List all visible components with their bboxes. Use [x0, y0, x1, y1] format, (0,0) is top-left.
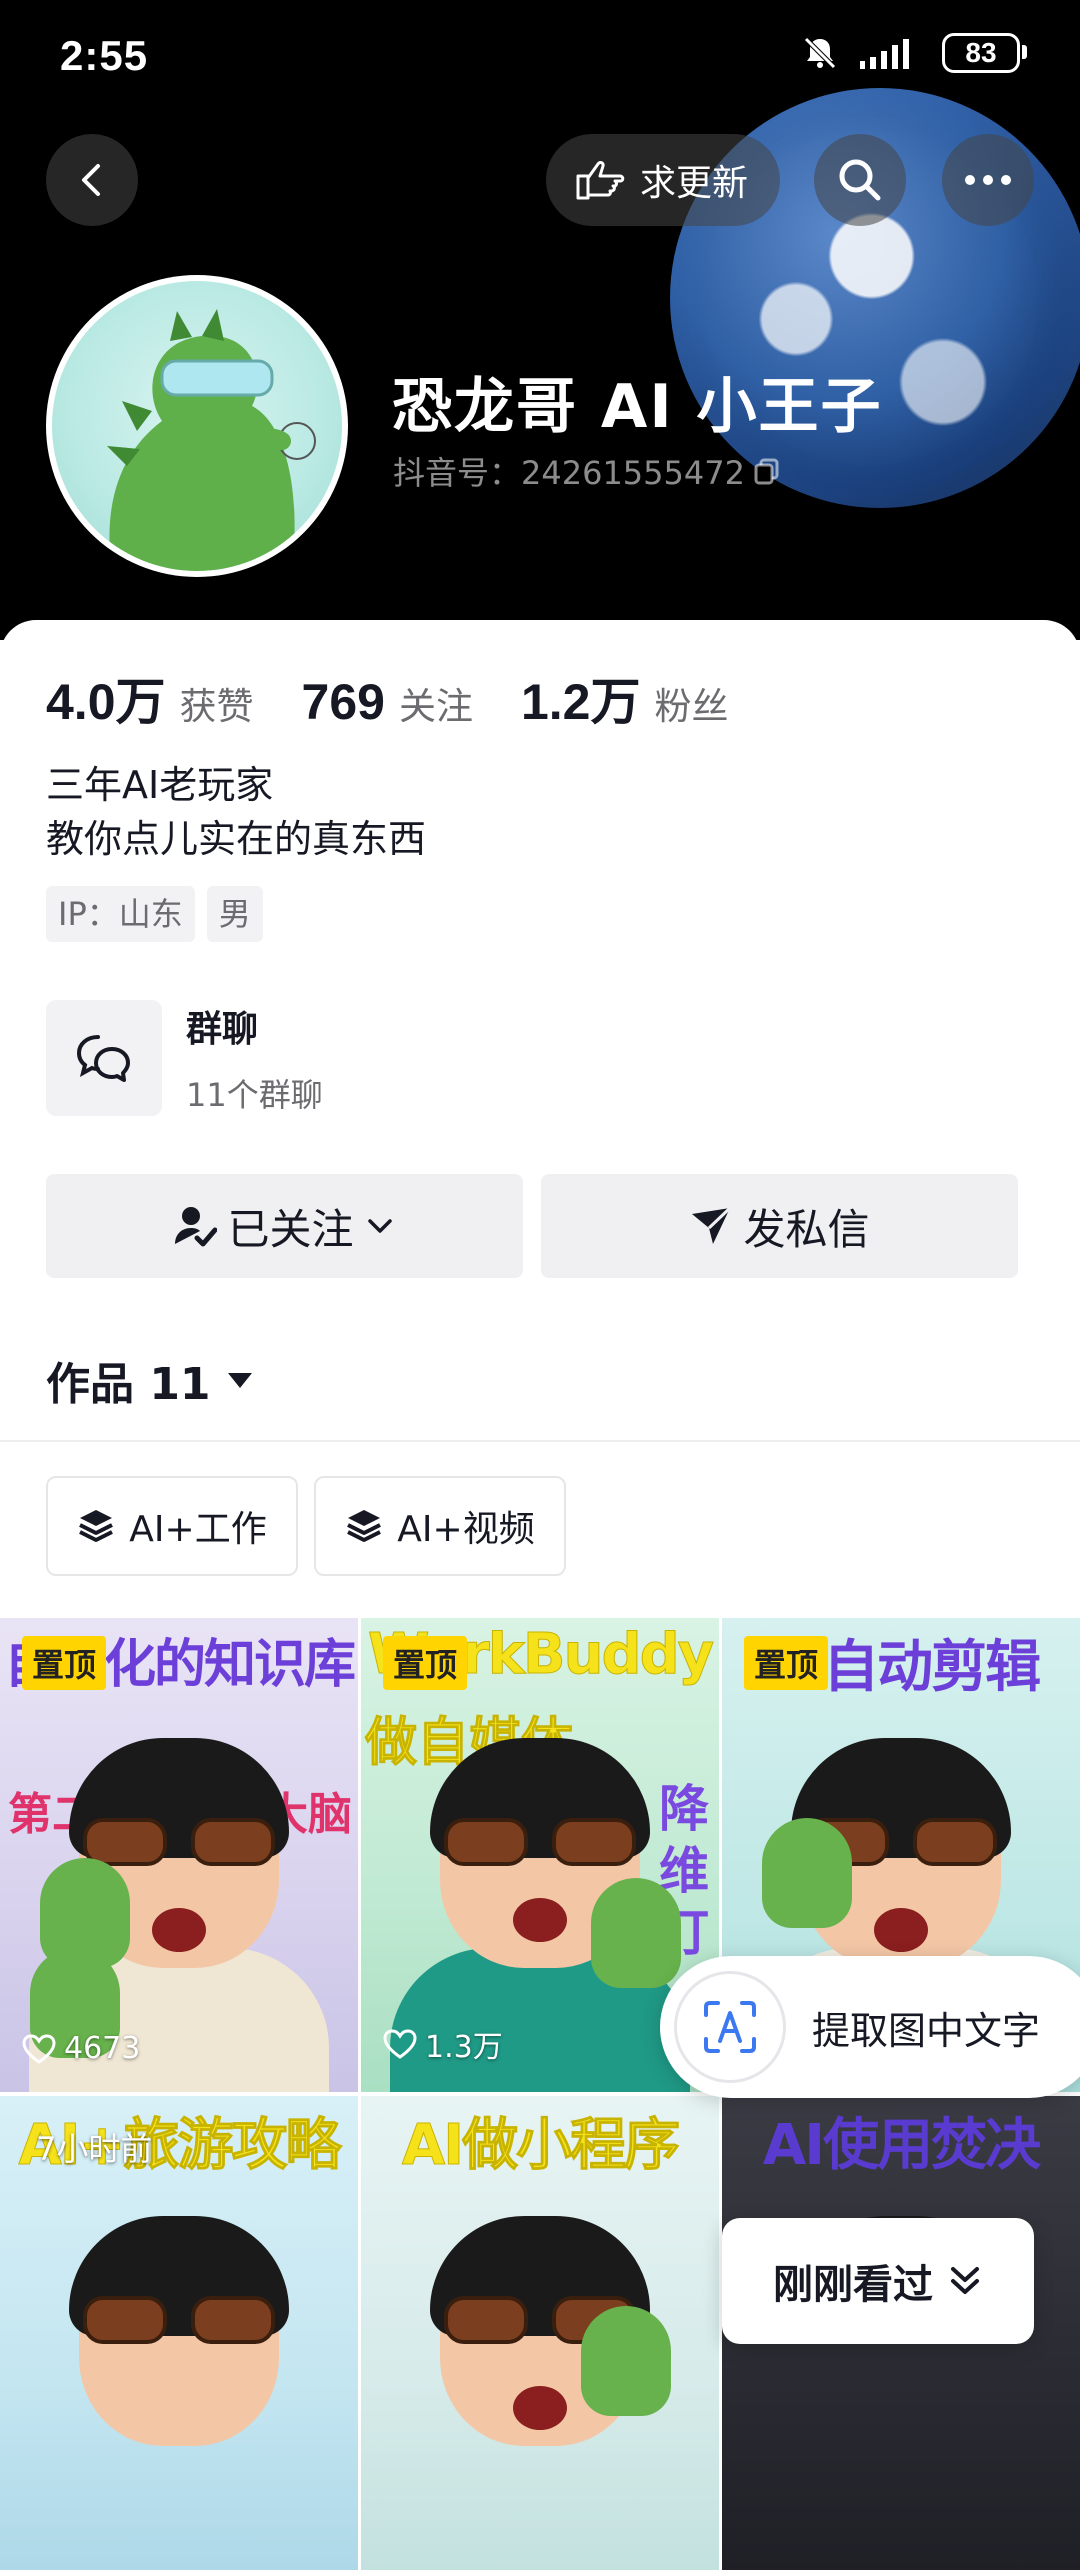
bio-line-1: 三年AI老玩家	[46, 763, 274, 807]
video-likes-count: 4673	[64, 2031, 141, 2066]
paper-plane-icon	[692, 1206, 732, 1244]
group-chat-count: 11个群聊	[186, 1076, 323, 1114]
request-update-button[interactable]: 求更新	[546, 134, 780, 226]
copy-icon[interactable]	[753, 457, 781, 485]
followed-button[interactable]: 已关注	[46, 1174, 523, 1278]
likes-label: 获赞	[179, 685, 254, 728]
back-arrow-icon	[82, 164, 100, 196]
video-likes: 4673	[22, 2031, 140, 2066]
pinned-badge: 置顶	[744, 1636, 829, 1690]
followed-label: 已关注	[227, 1204, 354, 1254]
followers-count[interactable]: 1.2万	[521, 662, 641, 734]
pinned-badge: 置顶	[22, 1636, 107, 1690]
extract-text-label: 提取图中文字	[812, 2008, 1041, 2053]
search-icon	[839, 159, 881, 201]
collection-ai-work-label: AI+工作	[129, 1509, 267, 1550]
video-cover-title: AI使用焚决	[762, 2113, 1041, 2178]
group-chat-icon-box	[46, 1000, 162, 1116]
video-tile[interactable]: AI做小程序	[361, 2096, 719, 2570]
chat-bubbles-icon	[76, 1035, 130, 1082]
douyin-id[interactable]: 抖音号：24261555472	[393, 448, 781, 494]
send-message-label: 发私信	[743, 1204, 870, 1254]
battery-indicator: 83	[942, 33, 1027, 73]
signal-icon	[860, 39, 909, 69]
video-posted-time: 7小时前	[36, 2130, 153, 2168]
chevron-down-icon	[367, 1219, 392, 1233]
text-scan-icon	[704, 2001, 756, 2053]
collection-ai-work[interactable]: AI+工作	[46, 1476, 298, 1576]
works-tab[interactable]: 作品 11	[46, 1348, 255, 1412]
works-divider	[0, 1440, 1080, 1442]
douyin-id-text: 抖音号：24261555472	[393, 454, 745, 492]
bio-line-2: 教你点儿实在的真东西	[46, 817, 427, 861]
ip-location-tag: IP：山东	[46, 886, 195, 942]
extract-text-button[interactable]: 提取图中文字	[660, 1956, 1080, 2098]
followers-label: 粉丝	[654, 685, 729, 728]
profile-name: 恐龙哥 AI 小王子	[392, 372, 883, 442]
likes-count[interactable]: 4.0万	[46, 662, 166, 734]
status-bar: 2:55 83	[0, 0, 1080, 110]
collection-ai-video-label: AI+视频	[397, 1509, 535, 1550]
caret-down-icon	[227, 1373, 252, 1388]
hand-point-icon	[576, 161, 625, 200]
double-chevron-down-icon	[951, 2267, 979, 2294]
ocr-icon-circle	[674, 1971, 786, 2083]
pinned-badge: 置顶	[383, 1636, 468, 1690]
following-label: 关注	[398, 685, 473, 728]
video-tile[interactable]: 自进化的知识库 第二 大脑 置顶 4673	[0, 1618, 358, 2092]
avatar[interactable]	[46, 275, 348, 577]
mute-bell-icon	[804, 37, 836, 69]
profile-tags: IP：山东 男	[46, 886, 263, 942]
send-message-button[interactable]: 发私信	[541, 1174, 1018, 1278]
video-likes: 1.3万	[383, 2022, 503, 2066]
profile-page: 2:55 83 求更新 恐龙哥 AI 小王子 抖音号：24261555472 4…	[0, 0, 1080, 2570]
profile-stats: 4.0万 获赞 769 关注 1.2万 粉丝	[46, 662, 776, 734]
video-cover-title: AI做小程序	[401, 2113, 680, 2179]
more-dots-icon	[965, 175, 1011, 185]
more-button[interactable]	[942, 134, 1034, 226]
collection-tabs: AI+工作 AI+视频	[46, 1476, 566, 1576]
heart-icon	[22, 2033, 56, 2064]
request-update-label: 求更新	[640, 163, 749, 204]
back-button[interactable]	[46, 134, 138, 226]
layers-icon	[79, 1510, 114, 1542]
action-buttons: 已关注 发私信	[46, 1174, 1018, 1278]
recently-viewed-label: 刚刚看过	[773, 2262, 933, 2308]
dinosaur-avatar-image	[52, 281, 342, 571]
following-count[interactable]: 769	[302, 673, 385, 731]
recently-viewed-button[interactable]: 刚刚看过	[722, 2218, 1034, 2344]
status-icons: 83	[800, 30, 1027, 76]
user-check-icon	[175, 1207, 218, 1247]
heart-icon	[383, 2029, 417, 2059]
works-title-label: 作品 11	[46, 1359, 211, 1410]
search-button[interactable]	[814, 134, 906, 226]
status-time: 2:55	[60, 32, 149, 79]
profile-cover: 2:55 83 求更新 恐龙哥 AI 小王子 抖音号：24261555472	[0, 0, 1080, 640]
group-chat-title: 群聊	[186, 1009, 259, 1050]
gender-tag: 男	[206, 886, 263, 942]
video-likes-count: 1.3万	[425, 2030, 503, 2065]
group-chat-entry[interactable]: 群聊 11个群聊	[46, 1000, 1046, 1118]
bio: 三年AI老玩家 教你点儿实在的真东西	[46, 758, 426, 866]
collection-ai-video[interactable]: AI+视频	[314, 1476, 566, 1576]
video-tile[interactable]: AI+旅游攻略 7小时前	[0, 2096, 358, 2570]
layers-icon	[347, 1510, 382, 1542]
